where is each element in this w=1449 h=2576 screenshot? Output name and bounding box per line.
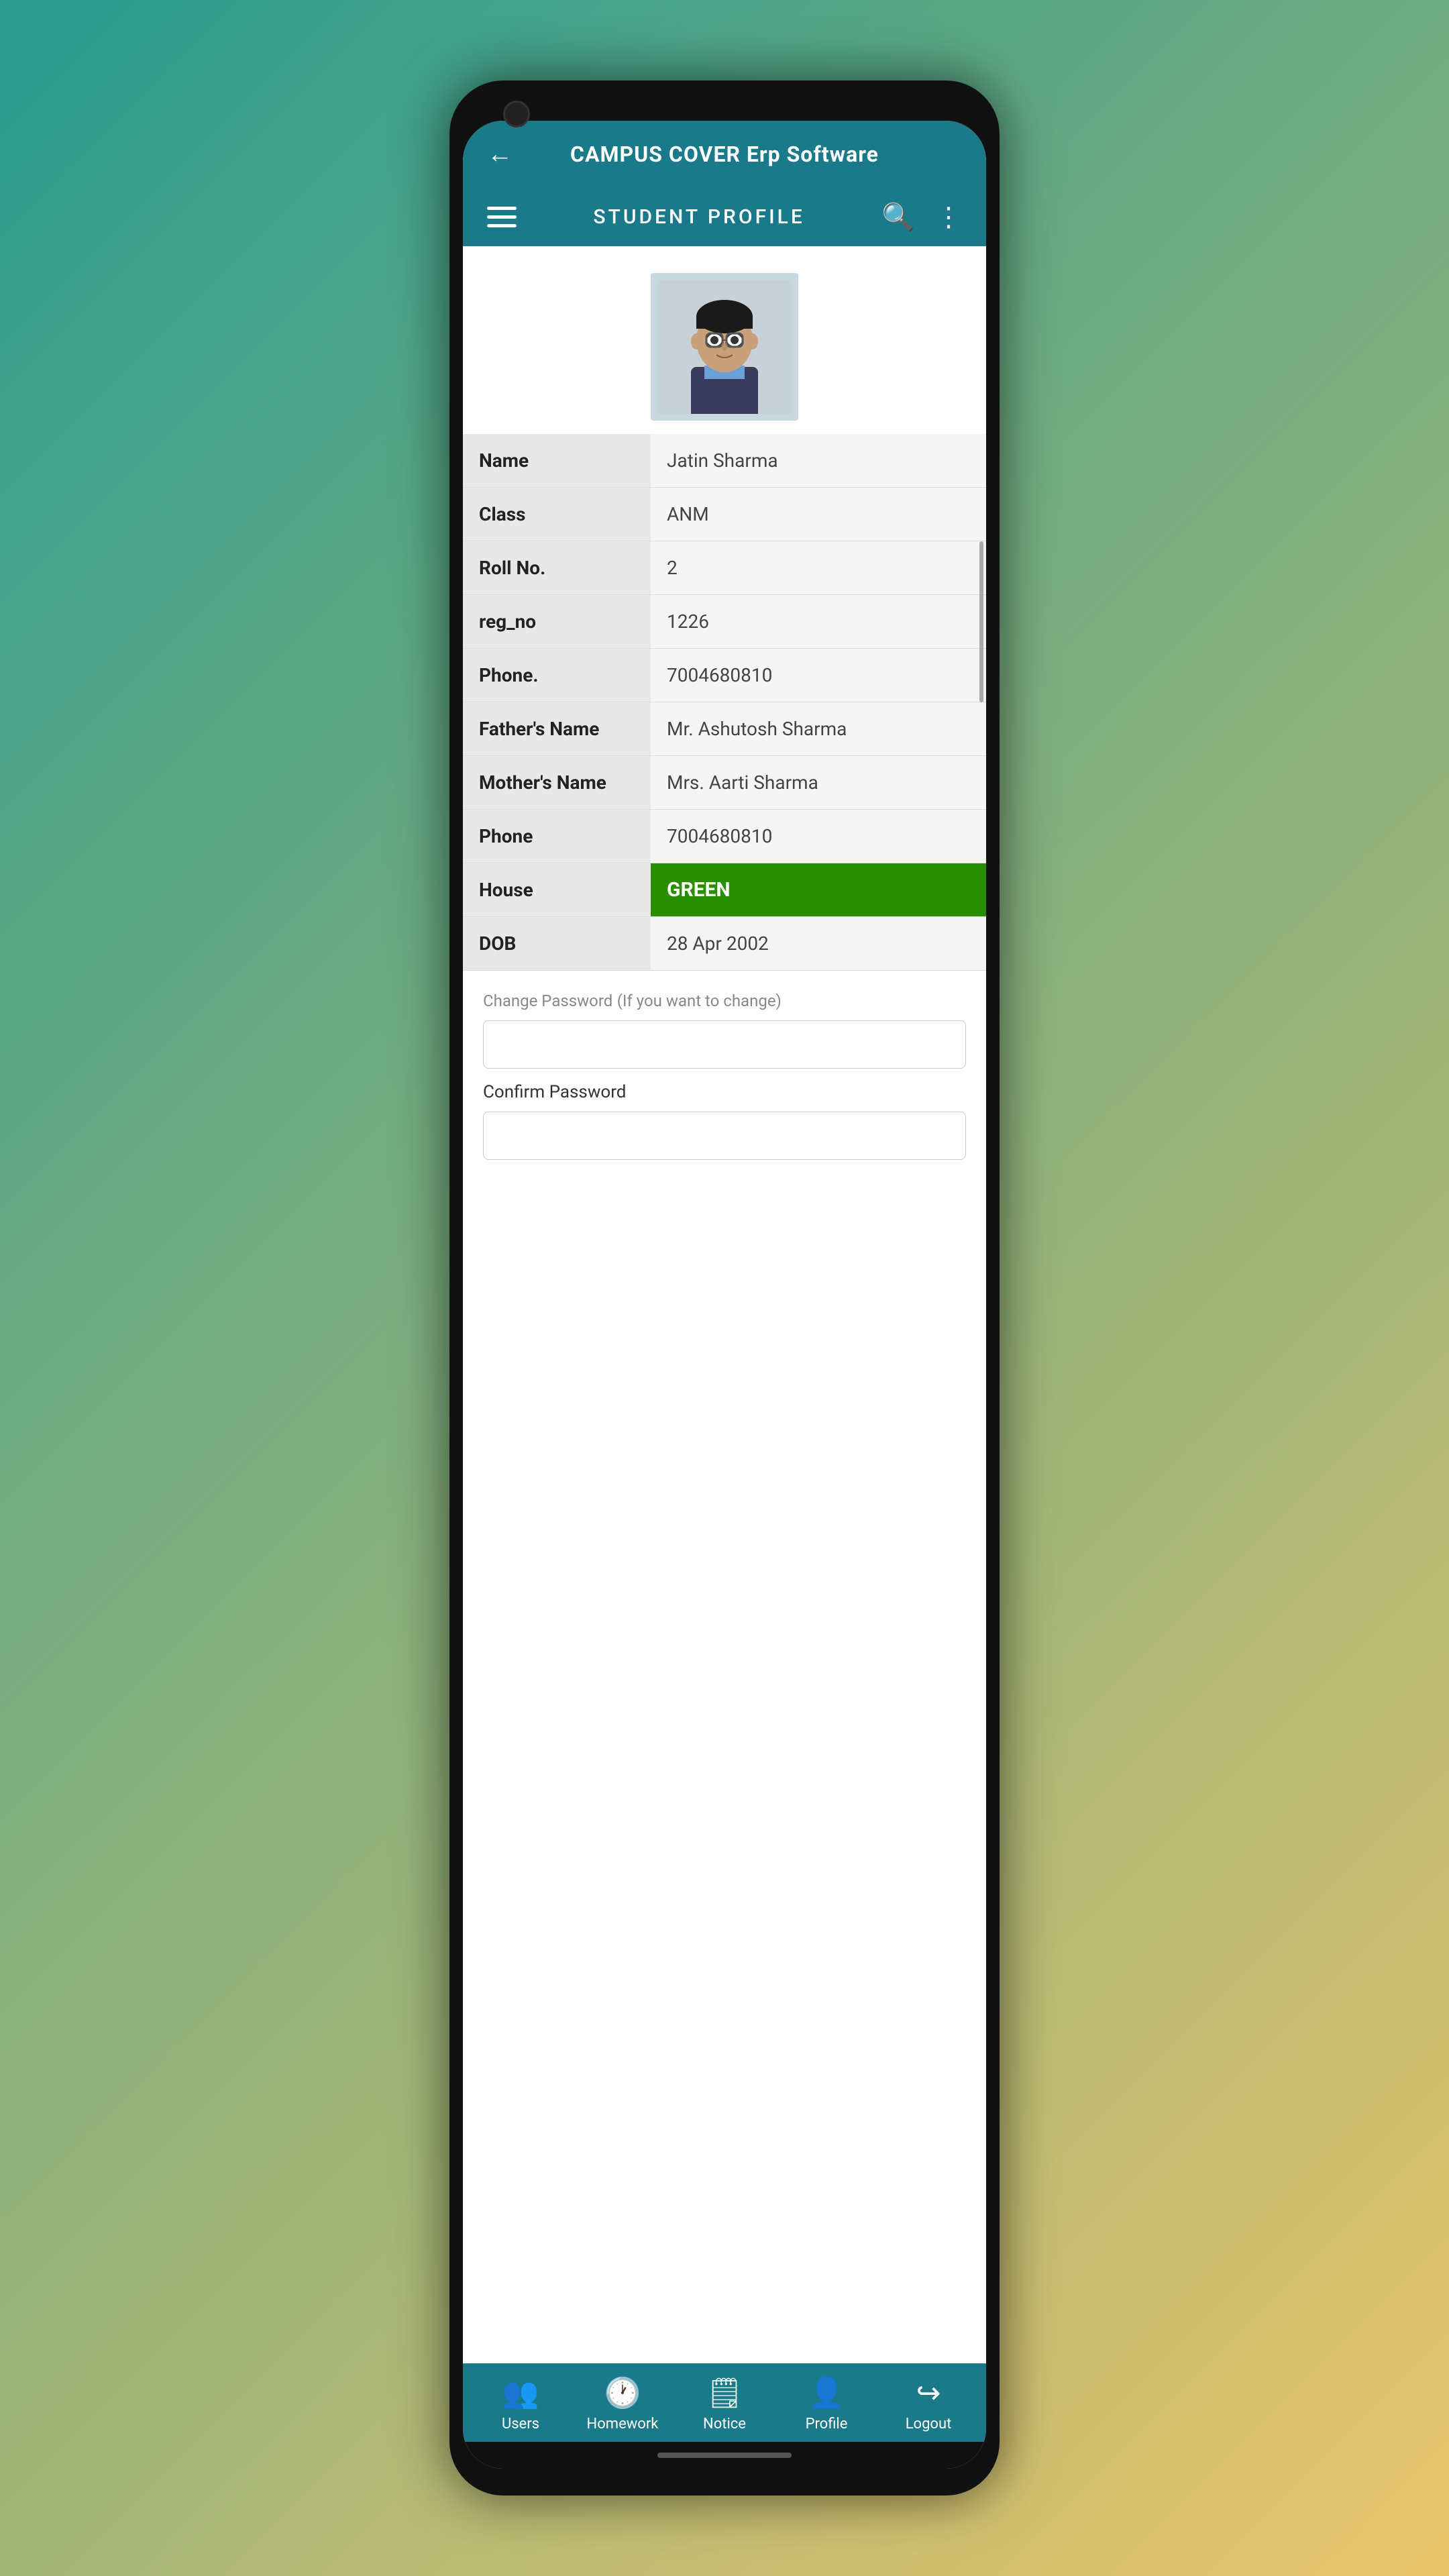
nav-logout[interactable]: ↪ Logout: [888, 2375, 969, 2432]
content-area: NameJatin SharmaClassANMRoll No.2reg_no1…: [463, 246, 986, 2363]
field-label: Mother's Name: [463, 756, 651, 809]
field-label: Roll No.: [463, 541, 651, 594]
table-row: Phone7004680810: [463, 810, 986, 863]
field-label: DOB: [463, 917, 651, 970]
field-label: Name: [463, 434, 651, 487]
nav-homework-label: Homework: [587, 2416, 659, 2432]
home-bar: [657, 2453, 792, 2458]
more-icon[interactable]: ⋮: [935, 201, 962, 233]
nav-logout-label: Logout: [906, 2416, 952, 2432]
search-icon[interactable]: 🔍: [881, 201, 915, 233]
field-label: House: [463, 863, 651, 916]
nav-profile[interactable]: 👤 Profile: [786, 2375, 867, 2432]
phone-frame: ← CAMPUS COVER Erp Software STUDENT PROF…: [449, 80, 1000, 2496]
table-row: reg_no1226: [463, 595, 986, 649]
table-row: Roll No.2: [463, 541, 986, 595]
table-row: ClassANM: [463, 488, 986, 541]
profile-photo-area: [651, 246, 798, 434]
users-icon: 👥: [502, 2375, 539, 2410]
back-button[interactable]: ←: [487, 140, 513, 169]
table-row: Father's NameMr. Ashutosh Sharma: [463, 702, 986, 756]
profile-photo: [651, 273, 798, 421]
nav-profile-label: Profile: [806, 2416, 848, 2432]
top-bar: ← CAMPUS COVER Erp Software: [463, 121, 986, 188]
confirm-password-label: Confirm Password: [483, 1082, 966, 1102]
table-row: Mother's NameMrs. Aarti Sharma: [463, 756, 986, 810]
nav-users[interactable]: 👥 Users: [480, 2375, 561, 2432]
nav-notice[interactable]: 🗒 Notice: [684, 2375, 765, 2432]
change-password-input[interactable]: [483, 1020, 966, 1069]
hamburger-menu[interactable]: [487, 207, 517, 227]
field-value: 2: [651, 541, 986, 594]
homework-icon: 🕐: [604, 2375, 641, 2410]
field-label: reg_no: [463, 595, 651, 648]
nav-users-label: Users: [502, 2416, 539, 2432]
nav-homework[interactable]: 🕐 Homework: [582, 2375, 663, 2432]
field-value: 7004680810: [651, 810, 986, 863]
field-label: Phone: [463, 810, 651, 863]
second-bar: STUDENT PROFILE 🔍 ⋮: [463, 188, 986, 246]
home-indicator: [463, 2442, 986, 2469]
phone-screen: ← CAMPUS COVER Erp Software STUDENT PROF…: [463, 121, 986, 2469]
profile-icon: 👤: [808, 2375, 845, 2410]
field-value: Mrs. Aarti Sharma: [651, 756, 986, 809]
header-icons: 🔍 ⋮: [881, 201, 962, 233]
table-row: Phone.7004680810: [463, 649, 986, 702]
field-label: Phone.: [463, 649, 651, 702]
field-value: 28 Apr 2002: [651, 917, 986, 970]
app-title: CAMPUS COVER Erp Software: [570, 142, 879, 167]
info-table: NameJatin SharmaClassANMRoll No.2reg_no1…: [463, 434, 986, 971]
field-value: ANM: [651, 488, 986, 541]
field-label: Class: [463, 488, 651, 541]
page-title: STUDENT PROFILE: [593, 205, 804, 229]
nav-notice-label: Notice: [703, 2416, 746, 2432]
table-row: HouseGREEN: [463, 863, 986, 917]
field-value: 1226: [651, 595, 986, 648]
notice-icon: 🗒: [706, 2375, 743, 2410]
bottom-nav: 👥 Users 🕐 Homework 🗒 Notice 👤 Profile ↪ …: [463, 2363, 986, 2442]
field-value: GREEN: [651, 863, 986, 916]
logout-icon: ↪: [916, 2375, 941, 2410]
table-row: NameJatin Sharma: [463, 434, 986, 488]
field-value: Mr. Ashutosh Sharma: [651, 702, 986, 755]
field-value: 7004680810: [651, 649, 986, 702]
confirm-password-input[interactable]: [483, 1112, 966, 1160]
table-row: DOB28 Apr 2002: [463, 917, 986, 971]
scrollbar: [979, 541, 983, 702]
field-label: Father's Name: [463, 702, 651, 755]
student-info: NameJatin SharmaClassANMRoll No.2reg_no1…: [463, 434, 986, 971]
phone-camera: [503, 101, 530, 127]
change-password-label: Change Password (If you want to change): [483, 991, 966, 1011]
confirm-section: Confirm Password: [463, 1082, 986, 1173]
password-section: Change Password (If you want to change): [463, 971, 986, 1082]
field-value: Jatin Sharma: [651, 434, 986, 487]
